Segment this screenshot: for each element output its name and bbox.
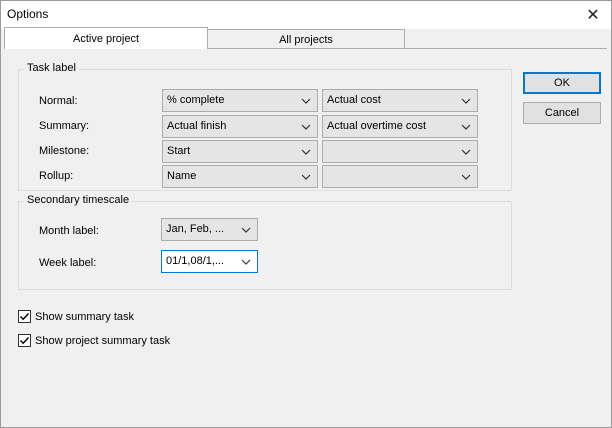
options-dialog: Options ✕ Active project All projects Ta… [0, 0, 612, 428]
secondary-timescale-group: Secondary timescale [18, 194, 512, 290]
show-project-summary-task-option[interactable]: Show project summary task [18, 334, 170, 347]
rollup-secondary-select[interactable] [322, 165, 478, 188]
milestone-primary-value: Start [167, 145, 191, 157]
cancel-button[interactable]: Cancel [523, 102, 601, 124]
chevron-down-icon [301, 98, 311, 104]
summary-primary-select[interactable]: Actual finish [162, 115, 318, 138]
rollup-label: Rollup: [39, 170, 74, 182]
chevron-down-icon [461, 124, 471, 130]
show-summary-task-option[interactable]: Show summary task [18, 310, 134, 323]
show-project-summary-task-checkbox[interactable] [18, 334, 31, 347]
chevron-down-icon [461, 174, 471, 180]
tab-all-projects[interactable]: All projects [207, 29, 405, 48]
chevron-down-icon [301, 149, 311, 155]
summary-secondary-value: Actual overtime cost [327, 120, 427, 132]
show-project-summary-task-label: Show project summary task [35, 334, 171, 347]
rollup-primary-value: Name [167, 170, 197, 182]
show-summary-task-checkbox[interactable] [18, 310, 31, 323]
month-label: Month label: [39, 225, 99, 237]
summary-primary-value: Actual finish [167, 120, 227, 132]
checkmark-icon [20, 337, 30, 345]
normal-secondary-value: Actual cost [327, 94, 381, 106]
chevron-down-icon [301, 174, 311, 180]
chevron-down-icon [241, 227, 251, 233]
chevron-down-icon [461, 98, 471, 104]
close-icon[interactable]: ✕ [575, 1, 611, 29]
normal-label: Normal: [39, 95, 78, 107]
month-label-value: Jan, Feb, ... [166, 223, 225, 235]
secondary-timescale-group-title: Secondary timescale [24, 194, 133, 206]
chevron-down-icon [461, 149, 471, 155]
task-label-group-title: Task label [24, 62, 79, 74]
summary-label: Summary: [39, 120, 90, 132]
week-label-value: 01/1,08/1,... [166, 255, 225, 267]
show-summary-task-label: Show summary task [35, 310, 135, 323]
normal-secondary-select[interactable]: Actual cost [322, 89, 478, 112]
month-label-select[interactable]: Jan, Feb, ... [161, 218, 258, 241]
milestone-label: Milestone: [39, 145, 90, 157]
tab-active-project-label: Active project [72, 32, 140, 45]
chevron-down-icon [241, 259, 251, 265]
tab-active-project[interactable]: Active project [4, 27, 208, 49]
summary-secondary-select[interactable]: Actual overtime cost [322, 115, 478, 138]
tab-all-projects-label: All projects [279, 34, 333, 46]
window-title: Options [7, 7, 49, 21]
title-bar: Options ✕ [1, 1, 611, 29]
checkmark-icon [20, 313, 30, 321]
ok-button[interactable]: OK [523, 72, 601, 94]
week-label: Week label: [39, 257, 97, 269]
week-label-select[interactable]: 01/1,08/1,... [161, 250, 258, 273]
rollup-primary-select[interactable]: Name [162, 165, 318, 188]
milestone-primary-select[interactable]: Start [162, 140, 318, 163]
milestone-secondary-select[interactable] [322, 140, 478, 163]
chevron-down-icon [301, 124, 311, 130]
normal-primary-select[interactable]: % complete [162, 89, 318, 112]
normal-primary-value: % complete [167, 94, 225, 106]
